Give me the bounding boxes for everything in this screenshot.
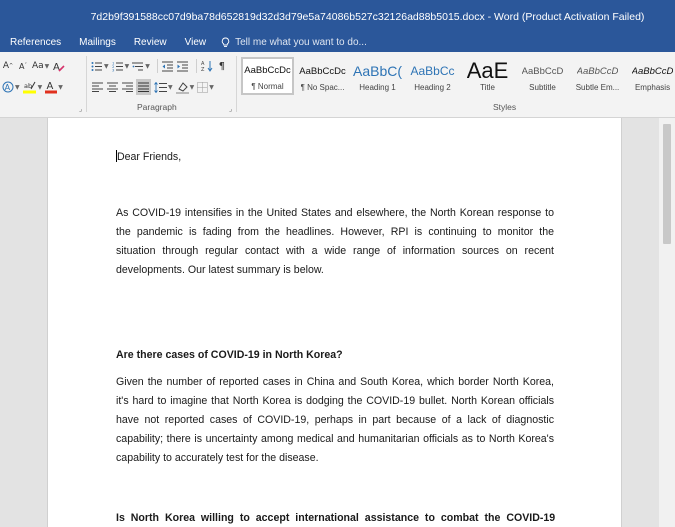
line-spacing-icon[interactable]: ▼ [154, 79, 173, 95]
heading-cases[interactable]: Are there cases of COVID-19 in North Kor… [116, 346, 554, 365]
window-title: 7d2b9f391588cc07d9ba78d652819d32d3d79e5a… [90, 10, 645, 23]
styles-group-label: Styles [493, 102, 517, 112]
style-title[interactable]: AaE Title [461, 57, 514, 95]
align-right-icon[interactable] [121, 79, 133, 95]
ribbon-divider [236, 56, 237, 112]
intro-paragraph[interactable]: As COVID-19 intensifies in the United St… [116, 204, 554, 280]
sort-icon[interactable]: AZ [201, 58, 213, 74]
justify-icon[interactable] [136, 79, 151, 95]
style-name: ¶ Normal [251, 81, 284, 91]
cases-paragraph[interactable]: Given the number of reported cases in Ch… [116, 373, 554, 468]
tab-view[interactable]: View [176, 37, 216, 48]
align-left-icon[interactable] [91, 79, 103, 95]
style-name: Heading 1 [359, 83, 396, 92]
shrink-font-icon[interactable]: Aˇ [17, 58, 29, 74]
ribbon-divider [86, 56, 87, 112]
clear-formatting-icon[interactable]: A [52, 58, 65, 74]
style-name: Emphasis [634, 83, 671, 92]
vertical-scrollbar[interactable] [659, 118, 675, 527]
ribbon-tabs: References Mailings Review View Tell me … [0, 33, 675, 52]
style-heading-2[interactable]: AaBbCc Heading 2 [406, 57, 459, 95]
svg-text:3: 3 [112, 67, 115, 72]
style-sample: AaBbC( [352, 63, 403, 79]
document-area: Dear Friends, As COVID-19 intensifies in… [0, 118, 675, 527]
style-name: ¶ No Spac... [300, 83, 345, 92]
svg-text:A: A [53, 62, 60, 73]
svg-text:A: A [47, 81, 54, 92]
tell-me-text: Tell me what you want to do... [235, 37, 367, 48]
highlight-color-icon[interactable]: ab ▼ [22, 79, 42, 95]
style-no-spacing[interactable]: AaBbCcDc ¶ No Spac... [296, 57, 349, 95]
salutation-text: Dear Friends, [117, 151, 182, 163]
style-sample: AaBbCcDc [244, 64, 291, 76]
style-sample: AaE [466, 59, 509, 83]
style-subtitle[interactable]: AaBbCcD Subtitle [516, 57, 569, 95]
style-name: Subtle Em... [575, 83, 620, 92]
style-heading-1[interactable]: AaBbC( Heading 1 [351, 57, 404, 95]
svg-text:A: A [5, 83, 11, 92]
styles-gallery: AaBbCcDc ¶ Normal AaBbCcDc ¶ No Spac... … [241, 57, 675, 97]
increase-indent-icon[interactable] [176, 58, 189, 74]
decrease-indent-icon[interactable] [161, 58, 174, 74]
shading-icon[interactable]: ▼ [175, 79, 194, 95]
text-effects-icon[interactable]: A ▼ [2, 79, 20, 95]
style-subtle-emphasis[interactable]: AaBbCcD Subtle Em... [571, 57, 624, 95]
numbering-icon[interactable]: 1 2 3 ▼ [112, 58, 130, 74]
align-center-icon[interactable] [106, 79, 118, 95]
tab-references[interactable]: References [0, 37, 70, 48]
style-sample: AaBbCcD [521, 65, 564, 77]
style-name: Heading 2 [414, 83, 451, 92]
style-sample: AaBbCcDc [299, 65, 346, 77]
style-sample: AaBbCc [410, 64, 455, 78]
word-window: 7d2b9f391588cc07d9ba78d652819d32d3d79e5a… [0, 0, 675, 527]
salutation-paragraph[interactable]: Dear Friends, [116, 148, 554, 167]
style-normal[interactable]: AaBbCcDc ¶ Normal [241, 57, 294, 95]
style-sample: AaBbCcD [631, 65, 674, 77]
multilevel-list-icon[interactable]: ▼ [132, 58, 150, 74]
title-bar: 7d2b9f391588cc07d9ba78d652819d32d3d79e5a… [0, 0, 675, 33]
scrollbar-thumb[interactable] [663, 124, 671, 244]
show-paragraph-marks-icon[interactable]: ¶ [216, 58, 228, 74]
tab-mailings[interactable]: Mailings [70, 37, 125, 48]
font-dialog-launcher-icon[interactable]: ⌟ [79, 105, 82, 113]
tell-me-box[interactable]: Tell me what you want to do... [215, 37, 367, 48]
svg-text:Z: Z [201, 67, 205, 72]
ribbon: A ^ Aˇ Aa ▼ A A ▼ ab ▼ A ▼ ▼ 12 3 ▼ ▼ A … [0, 52, 675, 118]
style-sample: AaBbCcD [576, 65, 619, 77]
font-color-icon[interactable]: A ▼ [45, 79, 63, 95]
style-name: Title [480, 83, 495, 92]
grow-font-icon[interactable]: A ^ [2, 58, 14, 74]
lightbulb-icon [221, 37, 230, 47]
paragraph-group-label: Paragraph [137, 102, 177, 112]
paragraph-dialog-launcher-icon[interactable]: ⌟ [229, 105, 232, 113]
borders-icon[interactable]: ▼ [197, 79, 214, 95]
style-emphasis[interactable]: AaBbCcD Emphasis [626, 57, 675, 95]
tab-review[interactable]: Review [125, 37, 176, 48]
bullets-icon[interactable]: ▼ [91, 58, 109, 74]
change-case-icon[interactable]: Aa ▼ [32, 58, 49, 74]
heading-assistance[interactable]: Is North Korea willing to accept interna… [116, 509, 555, 527]
style-name: Subtitle [529, 83, 556, 92]
